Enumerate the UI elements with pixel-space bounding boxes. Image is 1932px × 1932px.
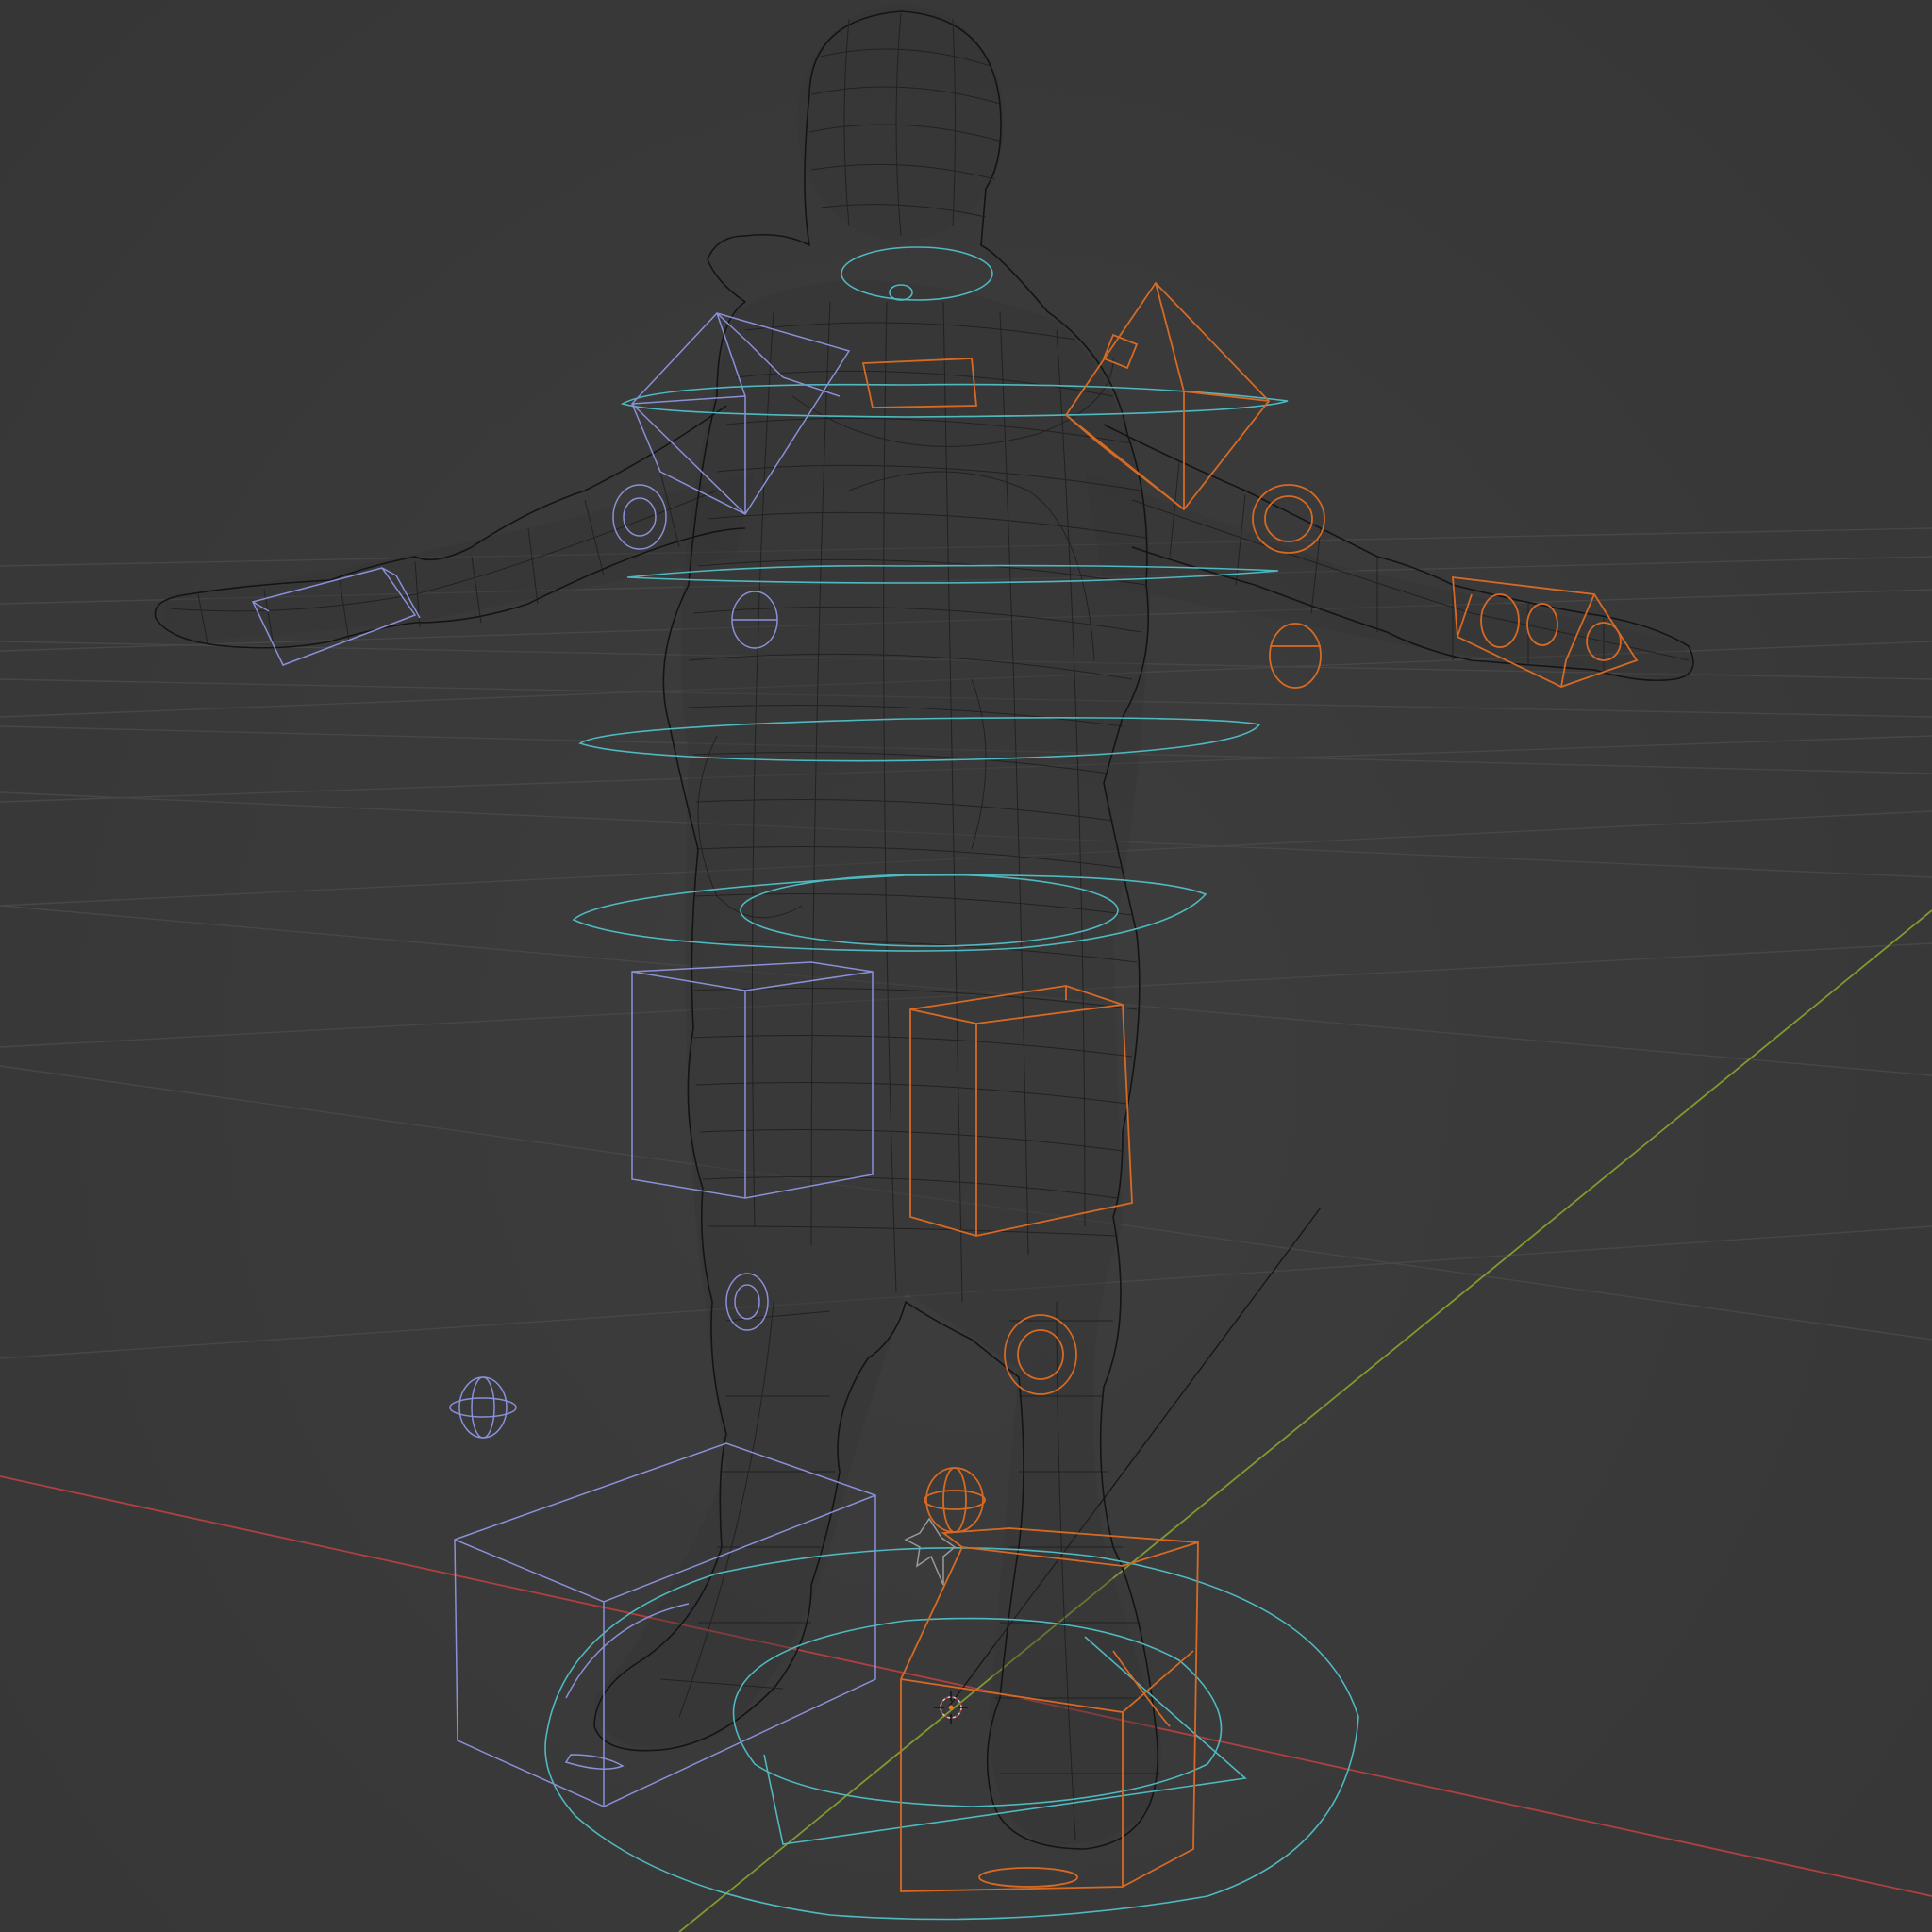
3d-viewport[interactable] — [0, 0, 1932, 1932]
foot-heel-right[interactable] — [978, 1867, 1078, 1888]
light-empty-icon[interactable] — [904, 1517, 957, 1586]
viewport-canvas[interactable] — [0, 0, 1932, 1932]
character-mesh[interactable] — [154, 5, 1694, 1850]
foot-heel-left[interactable] — [564, 1754, 625, 1770]
arm-pole-right[interactable] — [1269, 623, 1322, 689]
elbow-circle-right-inner[interactable] — [1264, 495, 1313, 542]
pole-target-left[interactable] — [449, 1376, 517, 1439]
elbow-circle-right[interactable] — [1252, 484, 1325, 554]
x-axis-line — [0, 1475, 1932, 1897]
pole-target-right[interactable] — [924, 1467, 986, 1533]
